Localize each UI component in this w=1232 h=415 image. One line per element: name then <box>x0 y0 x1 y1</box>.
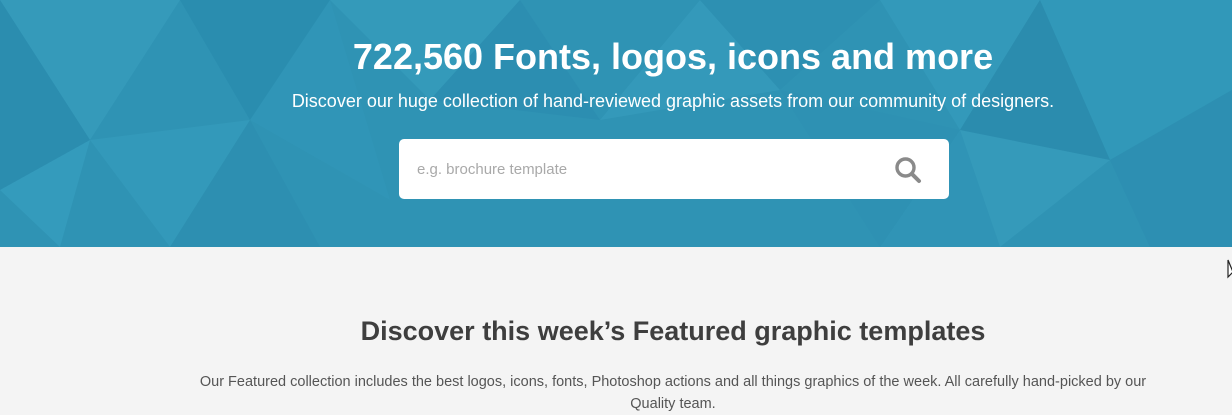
featured-title: Discover this week’s Featured graphic te… <box>360 316 986 346</box>
cursor-icon <box>1227 259 1232 279</box>
hero-banner: 722,560 Fonts, logos, icons and more Dis… <box>0 0 1232 247</box>
search-input[interactable] <box>417 139 877 199</box>
search-icon[interactable] <box>893 155 923 185</box>
hero-title: 722,560 Fonts, logos, icons and more <box>352 36 994 77</box>
featured-description: Our Featured collection includes the bes… <box>199 374 1147 412</box>
search-box <box>399 139 949 199</box>
hero-subtitle: Discover our huge collection of hand-rev… <box>291 91 1055 111</box>
